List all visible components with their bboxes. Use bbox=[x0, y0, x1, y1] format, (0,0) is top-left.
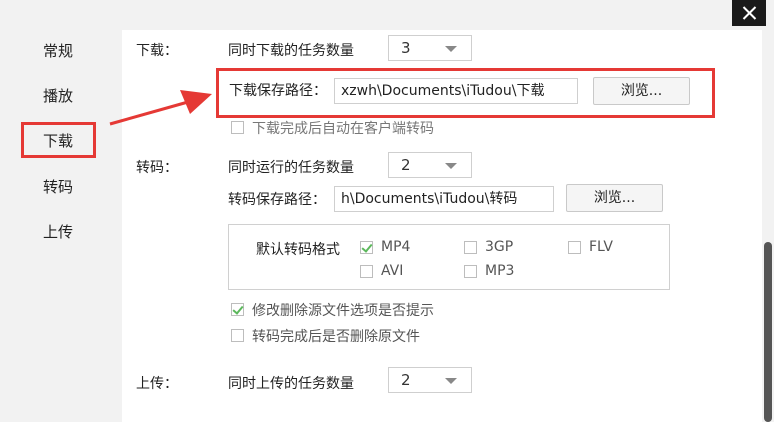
annotation-arrow-icon bbox=[109, 90, 212, 126]
